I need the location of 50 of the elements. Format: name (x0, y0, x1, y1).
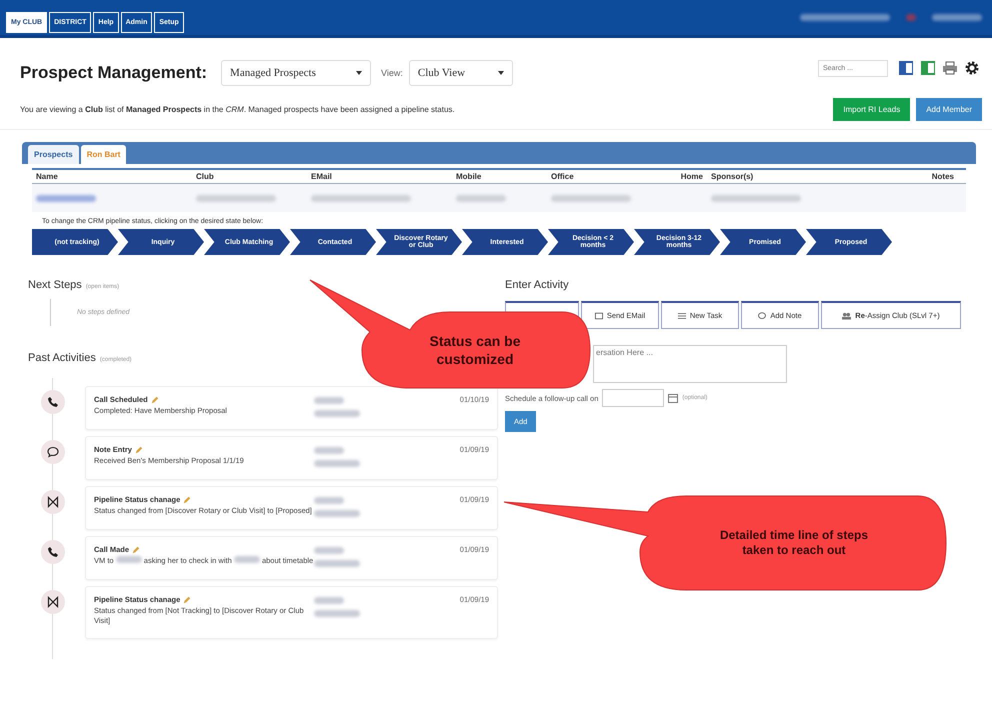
redacted-text (314, 610, 360, 617)
date-field[interactable] (602, 389, 664, 407)
redacted-text (314, 410, 360, 417)
list-select[interactable]: Managed Prospects (221, 60, 372, 86)
phone-icon (47, 396, 59, 408)
column-header: Club (196, 172, 215, 181)
redacted-text (314, 510, 360, 517)
view-label: View: (381, 68, 403, 78)
redacted-text (314, 397, 344, 404)
caret-icon (498, 71, 504, 75)
printer-icon[interactable] (942, 60, 958, 76)
column-header: Notes (930, 172, 955, 181)
callout-text: Detailed time line of steps taken to reach out (718, 528, 870, 558)
pencil-icon[interactable] (132, 546, 140, 554)
calendar-icon[interactable] (668, 393, 678, 403)
description-text: You are viewing a Club list of Managed Prospects in the CRM. Managed prospects have been assigned a pipeline status. (20, 105, 456, 114)
column-header: Office (551, 172, 575, 181)
action-button[interactable]: Add Member (916, 98, 982, 121)
bowtie-icon (47, 496, 59, 508)
column-header: Name (36, 172, 59, 181)
phone-icon (47, 546, 59, 558)
bowtie-icon (47, 596, 59, 608)
conversation-field[interactable]: ersation Here ... (593, 345, 787, 383)
pencil-icon[interactable] (183, 496, 192, 504)
panel-tab[interactable]: Prospects (28, 145, 79, 164)
column-header: Mobile (456, 172, 482, 181)
redacted-user (932, 14, 982, 21)
redacted-text (314, 460, 360, 467)
redacted-text (314, 497, 344, 504)
page-title: Prospect Management: (20, 63, 208, 83)
column-header: Home (680, 172, 704, 181)
redacted-text (314, 560, 360, 567)
section-title: Enter Activity (505, 279, 570, 291)
column-header: EMail (311, 172, 333, 181)
redacted-text (314, 447, 344, 454)
redacted-text (36, 195, 96, 202)
group-icon (842, 312, 852, 320)
redacted-text (314, 547, 344, 554)
pencil-icon[interactable] (183, 596, 192, 604)
callout-text: Status can be customized (428, 333, 522, 368)
table-row[interactable] (32, 184, 966, 212)
pencil-icon[interactable] (150, 396, 159, 404)
column-header: Sponsor(s) (711, 172, 754, 181)
pencil-icon[interactable] (134, 446, 143, 454)
redacted-text (456, 195, 506, 202)
redacted-text (314, 597, 344, 604)
list-icon (678, 312, 686, 320)
view-select[interactable]: Club View (408, 60, 513, 86)
caret-icon (356, 71, 362, 75)
settings-icon[interactable] (964, 60, 980, 76)
